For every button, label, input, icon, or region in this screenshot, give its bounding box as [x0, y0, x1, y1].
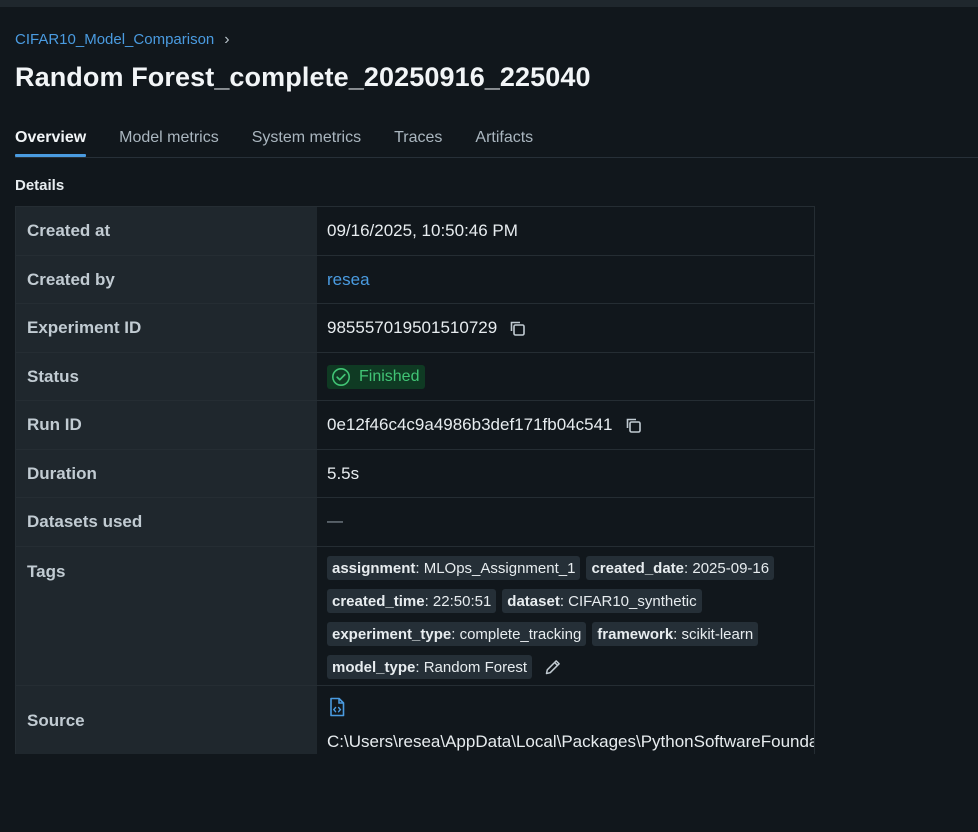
datasets-used-label: Datasets used	[27, 512, 143, 531]
duration-label: Duration	[27, 463, 97, 483]
tag-chip: created_date: 2025-09-16	[586, 556, 775, 580]
tab-artifacts[interactable]: Artifacts	[475, 126, 533, 156]
tag-chip: assignment: MLOps_Assignment_1	[327, 556, 581, 580]
page-title: Random Forest_complete_20250916_225040	[15, 62, 591, 92]
tag-chip: created_time: 22:50:51	[327, 589, 497, 613]
row-tags: Tags assignment: MLOps_Assignment_1 crea…	[16, 547, 814, 687]
run-id-value: 0e12f46c4c9a4986b3def171fb04c541	[327, 415, 613, 434]
row-experiment-id: Experiment ID 985557019501510729	[16, 304, 814, 353]
tab-traces[interactable]: Traces	[394, 126, 442, 156]
tag-chip: model_type: Random Forest	[327, 655, 533, 679]
tag-list: assignment: MLOps_Assignment_1 created_d…	[327, 555, 806, 687]
row-run-id: Run ID 0e12f46c4c9a4986b3def171fb04c541	[16, 401, 814, 450]
duration-value: 5.5s	[327, 463, 360, 483]
row-duration: Duration 5.5s	[16, 450, 814, 498]
created-at-label: Created at	[27, 221, 111, 240]
breadcrumb: CIFAR10_Model_Comparison ›	[15, 31, 230, 48]
tab-system-metrics[interactable]: System metrics	[252, 126, 361, 156]
datasets-used-value: —	[327, 513, 343, 530]
check-circle-icon	[332, 367, 350, 386]
status-badge: Finished	[327, 364, 426, 389]
file-code-icon[interactable]	[329, 697, 345, 717]
copy-icon[interactable]	[624, 416, 642, 434]
tag-chip: experiment_type: complete_tracking	[327, 622, 587, 646]
created-by-label: Created by	[27, 269, 115, 289]
tab-bar: Overview Model metrics System metrics Tr…	[15, 126, 978, 158]
tags-label: Tags	[27, 562, 66, 581]
copy-icon[interactable]	[508, 319, 526, 337]
status-label: Status	[27, 366, 79, 386]
created-by-link[interactable]: resea	[327, 270, 370, 290]
status-text: Finished	[359, 367, 420, 385]
tab-model-metrics[interactable]: Model metrics	[119, 126, 219, 156]
row-source: Source C:\Users\resea\AppData\Local\Pack…	[16, 686, 814, 754]
source-label: Source	[27, 710, 85, 730]
details-table: Created at 09/16/2025, 10:50:46 PM Creat…	[15, 206, 815, 754]
run-id-label: Run ID	[27, 415, 82, 434]
top-bar	[0, 0, 978, 7]
row-created-by: Created by resea	[16, 256, 814, 304]
breadcrumb-experiment-link[interactable]: CIFAR10_Model_Comparison	[15, 31, 214, 48]
row-status: Status Finished	[16, 353, 814, 401]
created-at-value: 09/16/2025, 10:50:46 PM	[327, 221, 518, 240]
tag-chip: framework: scikit-learn	[592, 622, 759, 646]
source-path-link[interactable]: C:\Users\resea\AppData\Local\Packages\Py…	[327, 732, 814, 752]
row-datasets-used: Datasets used —	[16, 498, 814, 547]
tab-overview[interactable]: Overview	[15, 126, 87, 157]
experiment-id-label: Experiment ID	[27, 318, 142, 337]
experiment-id-value: 985557019501510729	[327, 318, 498, 337]
chevron-right-icon: ›	[224, 30, 230, 48]
tag-chip: dataset: CIFAR10_synthetic	[502, 589, 702, 613]
details-heading: Details	[15, 177, 65, 194]
row-created-at: Created at 09/16/2025, 10:50:46 PM	[16, 207, 814, 256]
pencil-icon[interactable]	[543, 657, 563, 677]
